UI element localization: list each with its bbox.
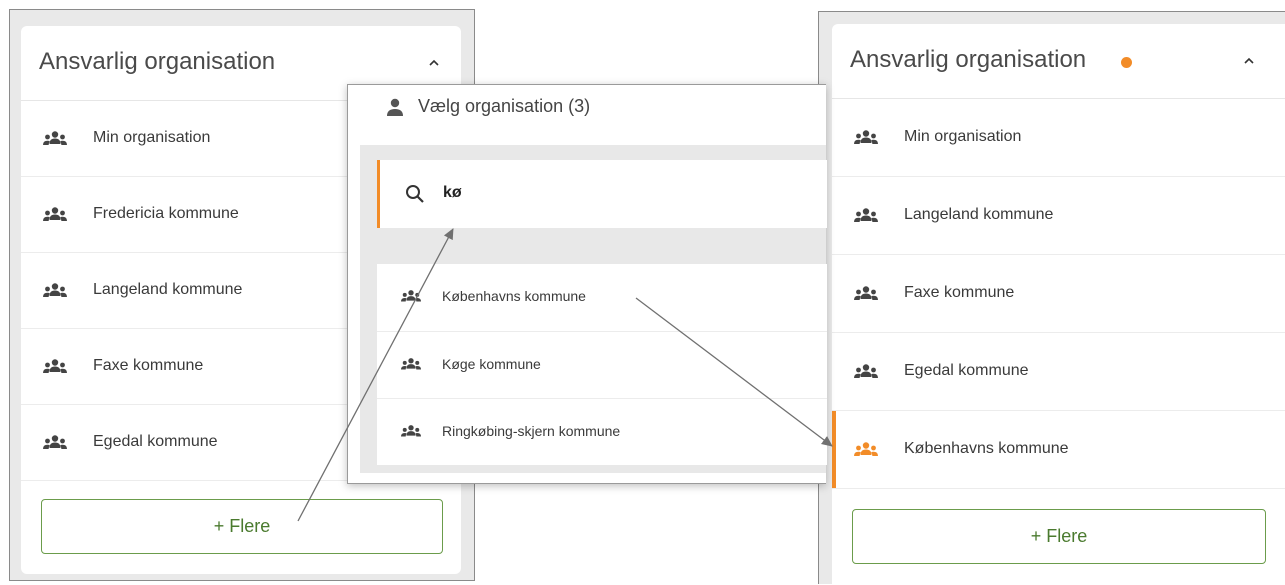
arrow-to-selected-item [635, 297, 833, 447]
arrow-to-search-field [297, 228, 454, 522]
annotation-arrows [297, 228, 833, 522]
